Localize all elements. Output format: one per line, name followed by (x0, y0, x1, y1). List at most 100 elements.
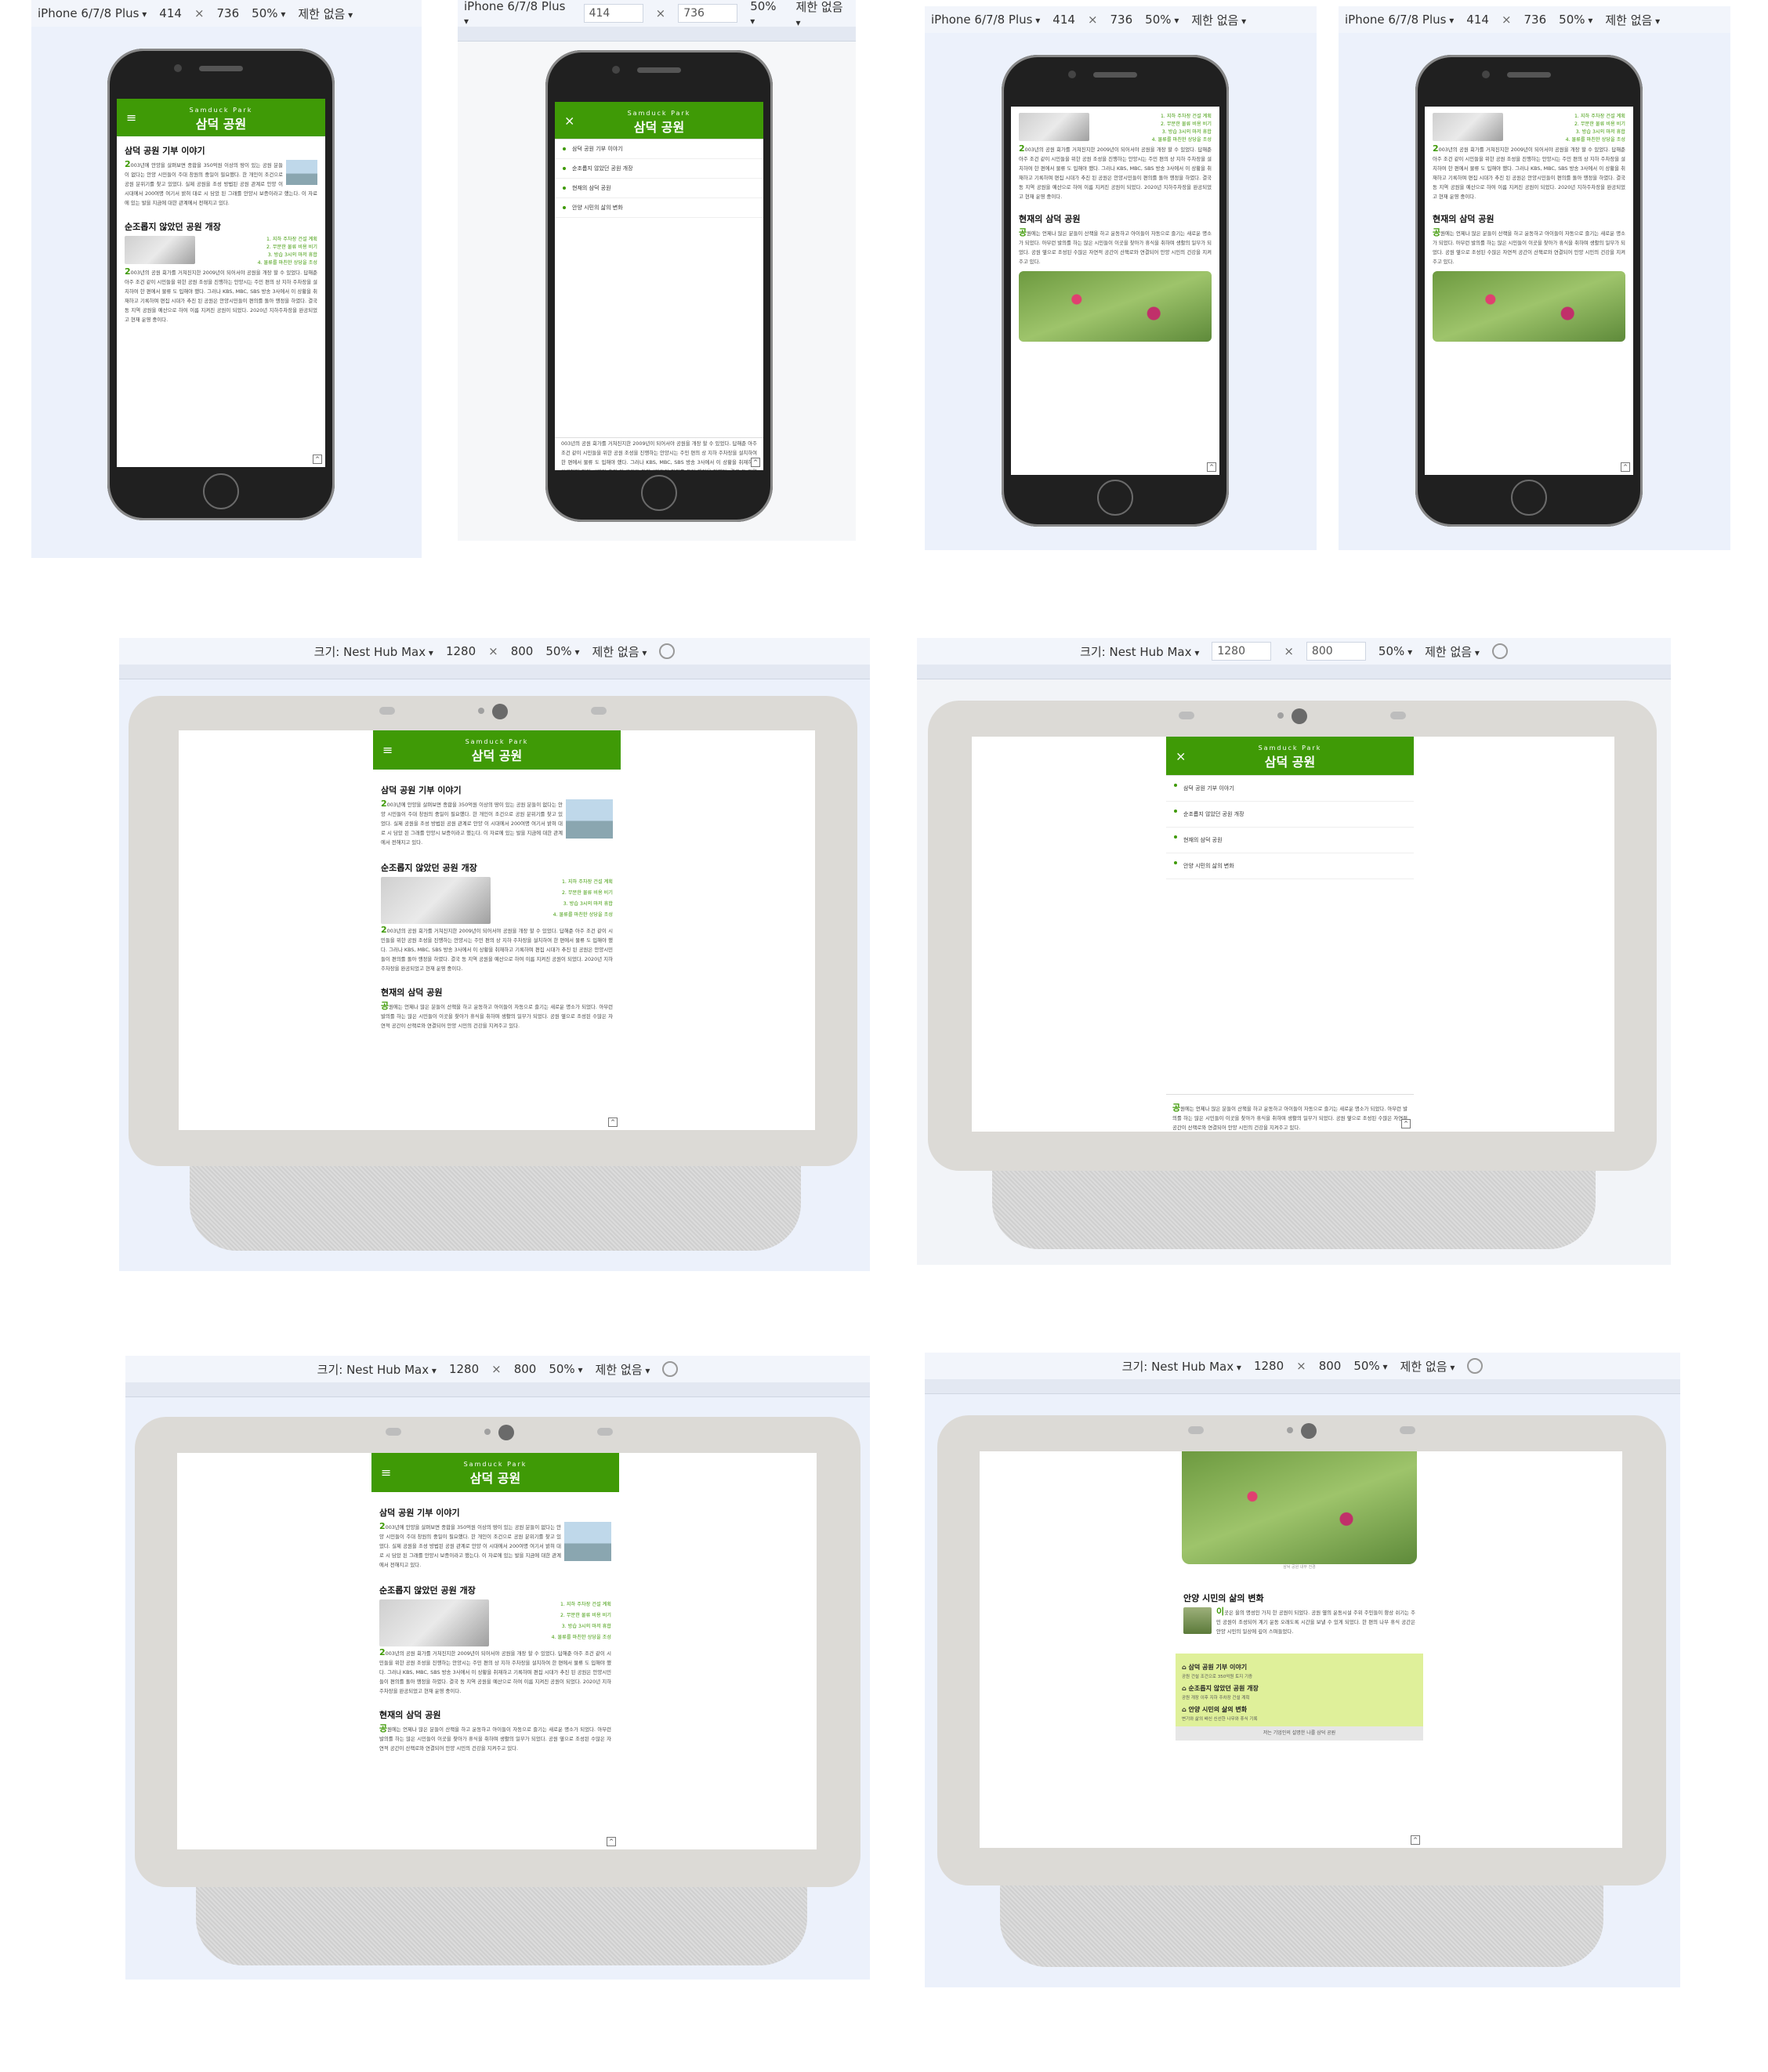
device-select[interactable]: iPhone 6/7/8 Plus (931, 13, 1040, 27)
menu-item[interactable]: 안양 시민의 삶의 변화 (1166, 853, 1414, 879)
menu-item[interactable]: 현재의 삼덕 공원 (555, 179, 763, 198)
speaker-grille (1507, 72, 1551, 78)
times-icon: × (488, 644, 498, 658)
phone-screen[interactable]: × Samduck Park 삼덕 공원 삼덕 공원 기부 이야기 순조롭지 않… (555, 102, 763, 470)
throttle-select[interactable]: 제한 없음 (1400, 1358, 1455, 1375)
zoom-select[interactable]: 50% (1353, 1359, 1387, 1373)
rotate-icon[interactable] (1467, 1358, 1484, 1374)
hamburger-icon[interactable]: ≡ (126, 110, 136, 125)
zoom-select[interactable]: 50% (1145, 13, 1179, 27)
width-input[interactable] (1212, 642, 1272, 661)
ruler (458, 27, 856, 42)
speaker-grille (199, 66, 243, 71)
device-toolbar: iPhone 6/7/8 Plus 414 × 736 50% 제한 없음 (925, 6, 1317, 33)
arrow-up-icon[interactable]: ^ (313, 455, 322, 464)
device-select[interactable]: 크기: Nest Hub Max (314, 643, 433, 660)
arrow-up-icon[interactable]: ^ (751, 458, 760, 467)
brand-ko: 삼덕 공원 (633, 120, 685, 135)
menu-item[interactable]: 현재의 삼덕 공원 (1166, 828, 1414, 853)
device-toolbar: 크기: Nest Hub Max 1280 × 800 50% 제한 없음 (925, 1353, 1680, 1379)
width-field[interactable]: 414 (1052, 13, 1075, 27)
width-field[interactable]: 414 (1466, 13, 1489, 27)
menu-item[interactable]: 안양 시민의 삶의 변화 (555, 198, 763, 218)
arrow-up-icon[interactable]: ^ (607, 1837, 616, 1846)
height-field[interactable]: 800 (1319, 1359, 1342, 1373)
device-select[interactable]: 크기: Nest Hub Max (1122, 1358, 1241, 1375)
zoom-select[interactable]: 50% (549, 1362, 582, 1376)
home-button[interactable] (203, 473, 239, 509)
zoom-select[interactable]: 50% (252, 6, 285, 20)
phone-screen[interactable]: 1. 지하 주차장 건설 계획 2. 무분한 물류 비용 비기 3. 방습 3시의… (1011, 107, 1219, 475)
height-field[interactable]: 800 (514, 1362, 537, 1376)
home-button[interactable] (1097, 480, 1133, 516)
summary-title: ⌂ 삼덕 공원 기부 이야기 (1182, 1664, 1248, 1671)
throttle-select[interactable]: 제한 없음 (1605, 12, 1660, 28)
arrow-up-icon[interactable]: ^ (1411, 1835, 1420, 1845)
height-field[interactable]: 736 (1524, 13, 1547, 27)
hub-speaker-base (196, 1887, 807, 1965)
rotate-icon[interactable] (662, 1361, 679, 1377)
hub-screen[interactable]: ≡ Samduck Park 삼덕 공원 삼덕 공원 기부 이야기 2003년에… (179, 730, 815, 1130)
menu-item[interactable]: 삼덕 공원 기부 이야기 (555, 139, 763, 159)
phone-screen[interactable]: ≡ Samduck Park 삼덕 공원 삼덕 공원 기부 이야기 2003년에… (117, 99, 325, 467)
site-column: × Samduck Park 삼덕 공원 삼덕 공원 기부 이야기 순조롭지 않… (1166, 737, 1414, 1132)
ruler (119, 665, 870, 679)
zoom-select[interactable]: 50% (545, 644, 579, 658)
park-photo (1433, 271, 1625, 342)
device-select[interactable]: iPhone 6/7/8 Plus (1345, 13, 1454, 27)
throttle-select[interactable]: 제한 없음 (298, 5, 353, 22)
throttle-select[interactable]: 제한 없음 (592, 643, 647, 660)
hamburger-icon[interactable]: ≡ (381, 1465, 391, 1480)
hub-screen[interactable]: ≡ Samduck Park 삼덕 공원 삼덕 공원 기부 이야기 2003년에… (177, 1453, 817, 1849)
device-select[interactable]: iPhone 6/7/8 Plus (464, 0, 571, 27)
width-field[interactable]: 1280 (446, 644, 476, 658)
hub-device: × Samduck Park 삼덕 공원 삼덕 공원 기부 이야기 순조롭지 않… (928, 701, 1657, 1171)
home-button[interactable] (1511, 480, 1547, 516)
width-input[interactable] (583, 4, 643, 23)
brand-en: Samduck Park (627, 110, 691, 117)
hub-screen[interactable]: 삼덕 공원 내부 전경 안양 시민의 삶의 변화 이곳은 을의 명성인 가치 한… (980, 1451, 1622, 1848)
hub-screen[interactable]: × Samduck Park 삼덕 공원 삼덕 공원 기부 이야기 순조롭지 않… (972, 737, 1614, 1132)
width-field[interactable]: 1280 (1254, 1359, 1284, 1373)
arrow-up-icon[interactable]: ^ (1207, 462, 1216, 472)
height-field[interactable]: 736 (1110, 13, 1133, 27)
device-select[interactable]: 크기: Nest Hub Max (317, 1361, 437, 1378)
phone-screen[interactable]: 1. 지하 주차장 건설 계획 2. 무분한 물류 비용 비기 3. 방습 3시의… (1425, 107, 1633, 475)
arrow-up-icon[interactable]: ^ (608, 1118, 618, 1127)
hamburger-icon[interactable]: ≡ (382, 743, 393, 758)
throttle-select[interactable]: 제한 없음 (796, 0, 850, 29)
throttle-select[interactable]: 제한 없음 (596, 1361, 650, 1378)
mic-dot (478, 708, 484, 714)
throttle-select[interactable]: 제한 없음 (1191, 12, 1246, 28)
height-input[interactable] (1306, 642, 1366, 661)
park-photo (1019, 271, 1212, 342)
camera-lens (498, 1425, 514, 1440)
site-header: ≡ Samduck Park 삼덕 공원 (117, 99, 325, 136)
device-select[interactable]: iPhone 6/7/8 Plus (38, 6, 147, 20)
height-field[interactable]: 736 (217, 6, 240, 20)
menu-item[interactable]: 삼덕 공원 기부 이야기 (1166, 776, 1414, 802)
menu-item[interactable]: 순조롭지 않았던 공원 개장 (555, 159, 763, 179)
site-column: 삼덕 공원 내부 전경 안양 시민의 삶의 변화 이곳은 을의 명성인 가치 한… (1176, 1451, 1423, 1848)
throttle-select[interactable]: 제한 없음 (1425, 643, 1480, 660)
device-toolbar: iPhone 6/7/8 Plus × 50% 제한 없음 (458, 0, 856, 27)
zoom-select[interactable]: 50% (1379, 644, 1412, 658)
device-toolbar: iPhone 6/7/8 Plus 414 × 736 50% 제한 없음 (31, 0, 422, 27)
arrow-up-icon[interactable]: ^ (1621, 462, 1630, 472)
height-input[interactable] (678, 4, 738, 23)
rotate-icon[interactable] (1491, 643, 1508, 659)
device-select[interactable]: 크기: Nest Hub Max (1080, 643, 1199, 660)
close-icon[interactable]: × (564, 114, 574, 129)
arrow-up-icon[interactable]: ^ (1401, 1119, 1411, 1128)
width-field[interactable]: 414 (159, 6, 182, 20)
camera-lens (492, 704, 508, 719)
home-button[interactable] (641, 475, 677, 511)
rotate-icon[interactable] (659, 643, 676, 659)
close-icon[interactable]: × (1176, 749, 1186, 764)
zoom-select[interactable]: 50% (1559, 13, 1592, 27)
menu-item[interactable]: 순조롭지 않았던 공원 개장 (1166, 802, 1414, 828)
times-icon: × (491, 1362, 502, 1376)
zoom-select[interactable]: 50% (750, 0, 783, 27)
width-field[interactable]: 1280 (449, 1362, 479, 1376)
height-field[interactable]: 800 (511, 644, 534, 658)
